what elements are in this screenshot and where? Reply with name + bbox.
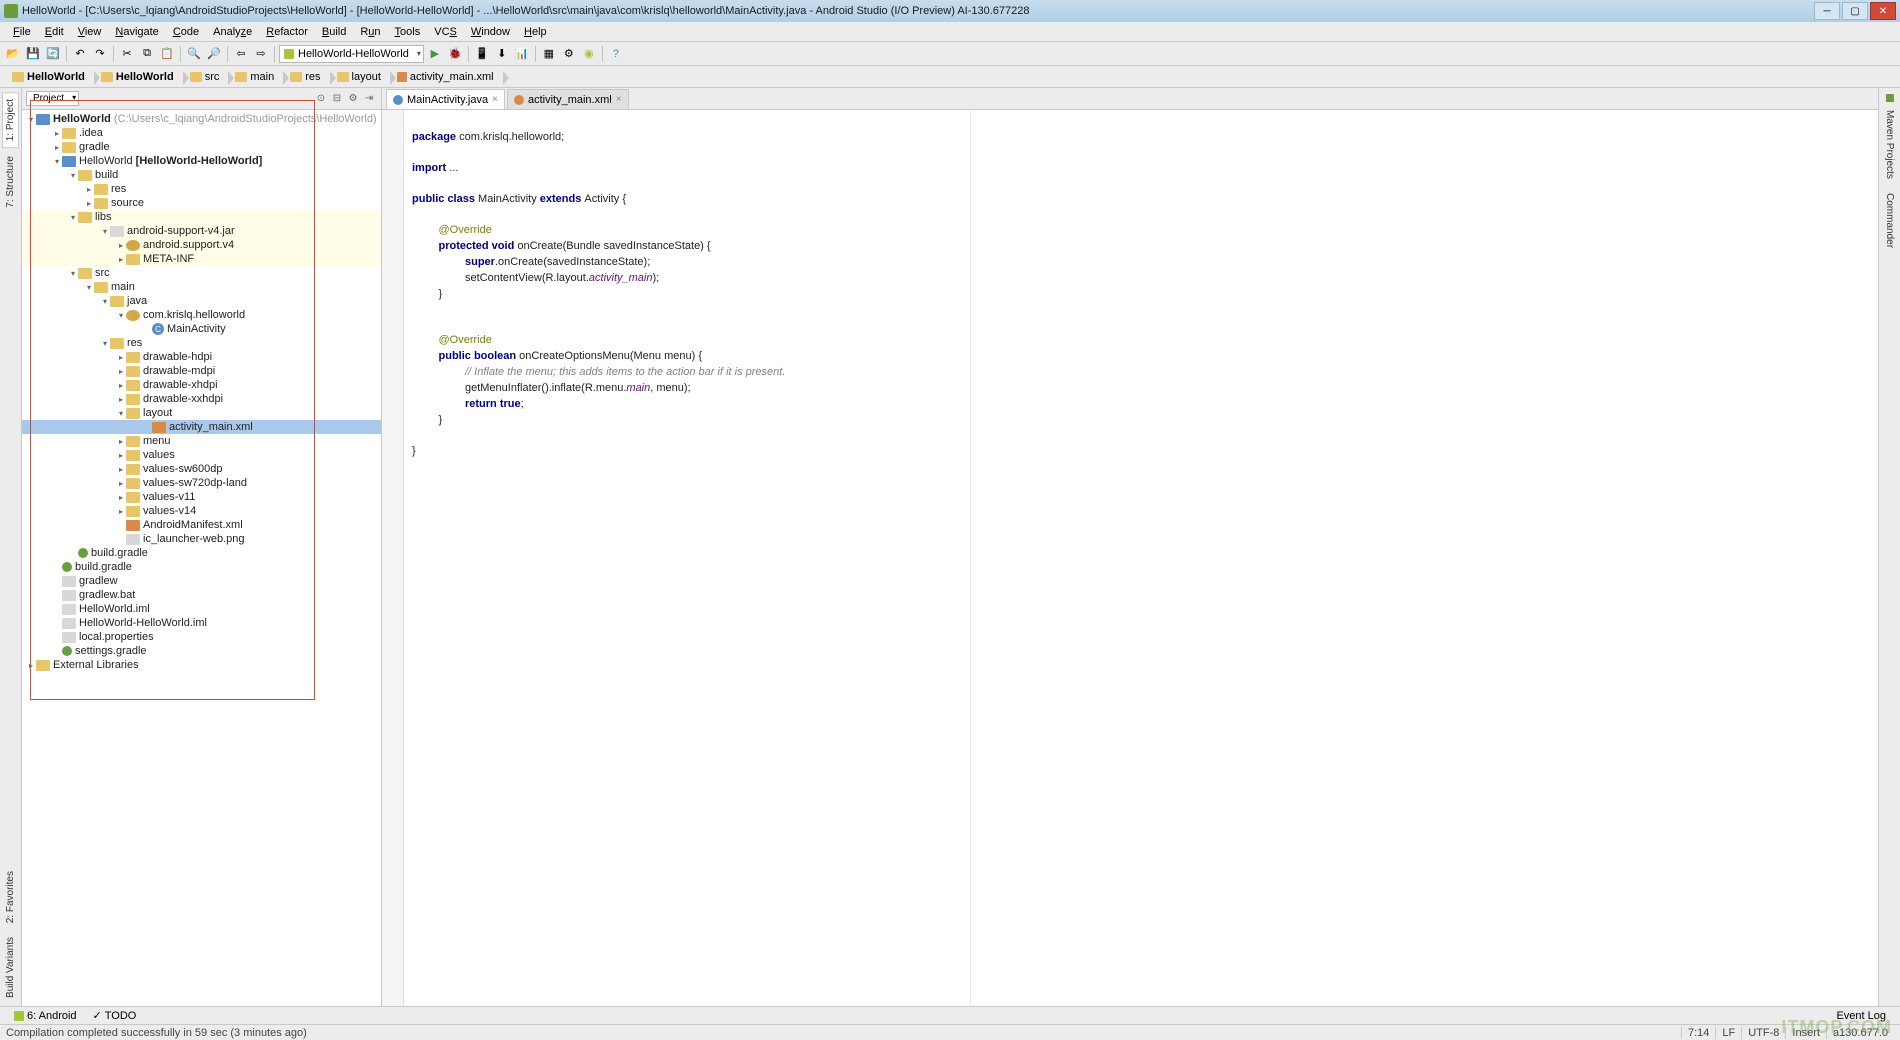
run-config-label: HelloWorld-HelloWorld bbox=[298, 48, 409, 60]
collapse-all-icon[interactable]: ⊟ bbox=[329, 91, 345, 107]
menu-analyze[interactable]: Analyze bbox=[206, 24, 259, 40]
redo-icon[interactable]: ↷ bbox=[91, 45, 109, 63]
maximize-button[interactable]: ▢ bbox=[1842, 2, 1868, 20]
open-icon[interactable]: 📂 bbox=[4, 45, 22, 63]
tab-project[interactable]: 1: Project bbox=[2, 92, 19, 148]
menu-view[interactable]: View bbox=[71, 24, 109, 40]
tab-event-log[interactable]: Event Log bbox=[1828, 1009, 1894, 1023]
settings-icon[interactable]: ⚙ bbox=[560, 45, 578, 63]
avd-icon[interactable]: 📱 bbox=[473, 45, 491, 63]
gear-icon[interactable]: ⚙ bbox=[345, 91, 361, 107]
struct-icon[interactable]: ▦ bbox=[540, 45, 558, 63]
menu-build[interactable]: Build bbox=[315, 24, 353, 40]
run-icon[interactable]: ▶ bbox=[426, 45, 444, 63]
tab-android[interactable]: 6: Android bbox=[6, 1009, 85, 1023]
crumb-res[interactable]: res bbox=[284, 69, 330, 85]
paste-icon[interactable]: 📋 bbox=[158, 45, 176, 63]
close-tab-icon[interactable]: × bbox=[616, 94, 622, 105]
menu-vcs[interactable]: VCS bbox=[427, 24, 464, 40]
crumb-helloworld[interactable]: HelloWorld bbox=[6, 69, 95, 85]
monitor-icon[interactable]: 📊 bbox=[513, 45, 531, 63]
back-icon[interactable]: ⇦ bbox=[232, 45, 250, 63]
run-config-selector[interactable]: HelloWorld-HelloWorld bbox=[279, 45, 424, 63]
crumb-layout[interactable]: layout bbox=[331, 69, 391, 85]
editor-tabs: MainActivity.java× activity_main.xml× bbox=[382, 88, 1878, 110]
editor-content[interactable]: package com.krislq.helloworld; import ..… bbox=[382, 110, 1878, 1006]
status-message: Compilation completed successfully in 59… bbox=[6, 1027, 307, 1039]
editor-gutter bbox=[382, 110, 404, 1006]
copy-icon[interactable]: ⧉ bbox=[138, 45, 156, 63]
tab-todo[interactable]: ✓ TODO bbox=[85, 1008, 145, 1023]
android-small-icon[interactable]: ◉ bbox=[580, 45, 598, 63]
editor-area: MainActivity.java× activity_main.xml× pa… bbox=[382, 88, 1878, 1006]
tab-mainactivity[interactable]: MainActivity.java× bbox=[386, 89, 505, 109]
project-panel: Project ⊙ ⊟ ⚙ ⇥ ▾HelloWorld (C:\Users\c_… bbox=[22, 88, 382, 1006]
menu-file[interactable]: File bbox=[6, 24, 38, 40]
window-title: HelloWorld - [C:\Users\c_lqiang\AndroidS… bbox=[22, 5, 1812, 17]
left-tool-gutter: 1: Project 7: Structure 2: Favorites Bui… bbox=[0, 88, 22, 1006]
scroll-from-source-icon[interactable]: ⊙ bbox=[313, 91, 329, 107]
crumb-main[interactable]: main bbox=[229, 69, 284, 85]
menu-refactor[interactable]: Refactor bbox=[259, 24, 315, 40]
menu-navigate[interactable]: Navigate bbox=[108, 24, 165, 40]
status-bar: Compilation completed successfully in 59… bbox=[0, 1024, 1900, 1040]
menu-window[interactable]: Window bbox=[464, 24, 517, 40]
tree-item-activity-main: activity_main.xml bbox=[22, 420, 381, 434]
tab-activity-main-xml[interactable]: activity_main.xml× bbox=[507, 89, 629, 109]
debug-icon[interactable]: 🐞 bbox=[446, 45, 464, 63]
code-area[interactable]: package com.krislq.helloworld; import ..… bbox=[404, 110, 1878, 1006]
tab-favorites[interactable]: 2: Favorites bbox=[3, 865, 18, 929]
crumb-module[interactable]: HelloWorld bbox=[95, 69, 184, 85]
menu-code[interactable]: Code bbox=[166, 24, 206, 40]
hide-icon[interactable]: ⇥ bbox=[361, 91, 377, 107]
replace-icon[interactable]: 🔎 bbox=[205, 45, 223, 63]
android-icon bbox=[284, 49, 294, 59]
line-ending[interactable]: LF bbox=[1715, 1027, 1741, 1039]
encoding[interactable]: UTF-8 bbox=[1741, 1027, 1785, 1039]
menu-help[interactable]: Help bbox=[517, 24, 554, 40]
project-panel-header: Project ⊙ ⊟ ⚙ ⇥ bbox=[22, 88, 381, 110]
menu-edit[interactable]: Edit bbox=[38, 24, 71, 40]
right-tool-gutter: Maven Projects Commander bbox=[1878, 88, 1900, 1006]
help-icon[interactable]: ? bbox=[607, 45, 625, 63]
undo-icon[interactable]: ↶ bbox=[71, 45, 89, 63]
tab-structure[interactable]: 7: Structure bbox=[3, 150, 18, 214]
right-margin-line bbox=[970, 110, 971, 1006]
sdk-icon[interactable]: ⬇ bbox=[493, 45, 511, 63]
save-icon[interactable]: 💾 bbox=[24, 45, 42, 63]
sync-icon[interactable]: 🔄 bbox=[44, 45, 62, 63]
breadcrumb-bar: HelloWorld HelloWorld src main res layou… bbox=[0, 66, 1900, 88]
toolbar: 📂 💾 🔄 ↶ ↷ ✂ ⧉ 📋 🔍 🔎 ⇦ ⇨ HelloWorld-Hello… bbox=[0, 42, 1900, 66]
tab-commander[interactable]: Commander bbox=[1882, 187, 1897, 254]
project-view-selector[interactable]: Project bbox=[26, 91, 79, 106]
insert-mode[interactable]: Insert bbox=[1785, 1027, 1826, 1039]
app-icon bbox=[4, 4, 18, 18]
tab-build-variants[interactable]: Build Variants bbox=[3, 931, 18, 1004]
crumb-src[interactable]: src bbox=[184, 69, 230, 85]
git-status[interactable]: a130.677.0 bbox=[1826, 1027, 1894, 1039]
tab-maven[interactable]: Maven Projects bbox=[1882, 104, 1897, 185]
minimize-button[interactable]: ─ bbox=[1814, 2, 1840, 20]
menu-run[interactable]: Run bbox=[353, 24, 387, 40]
close-tab-icon[interactable]: × bbox=[492, 94, 498, 105]
menu-bar: File Edit View Navigate Code Analyze Ref… bbox=[0, 22, 1900, 42]
forward-icon[interactable]: ⇨ bbox=[252, 45, 270, 63]
cut-icon[interactable]: ✂ bbox=[118, 45, 136, 63]
project-tree[interactable]: ▾HelloWorld (C:\Users\c_lqiang\AndroidSt… bbox=[22, 110, 381, 1006]
find-icon[interactable]: 🔍 bbox=[185, 45, 203, 63]
caret-position[interactable]: 7:14 bbox=[1681, 1027, 1715, 1039]
crumb-file[interactable]: activity_main.xml bbox=[391, 69, 504, 85]
close-button[interactable]: ✕ bbox=[1870, 2, 1896, 20]
menu-tools[interactable]: Tools bbox=[388, 24, 428, 40]
bottom-tool-bar: 6: Android ✓ TODO Event Log bbox=[0, 1006, 1900, 1024]
title-bar: HelloWorld - [C:\Users\c_lqiang\AndroidS… bbox=[0, 0, 1900, 22]
status-marker bbox=[1886, 94, 1894, 102]
